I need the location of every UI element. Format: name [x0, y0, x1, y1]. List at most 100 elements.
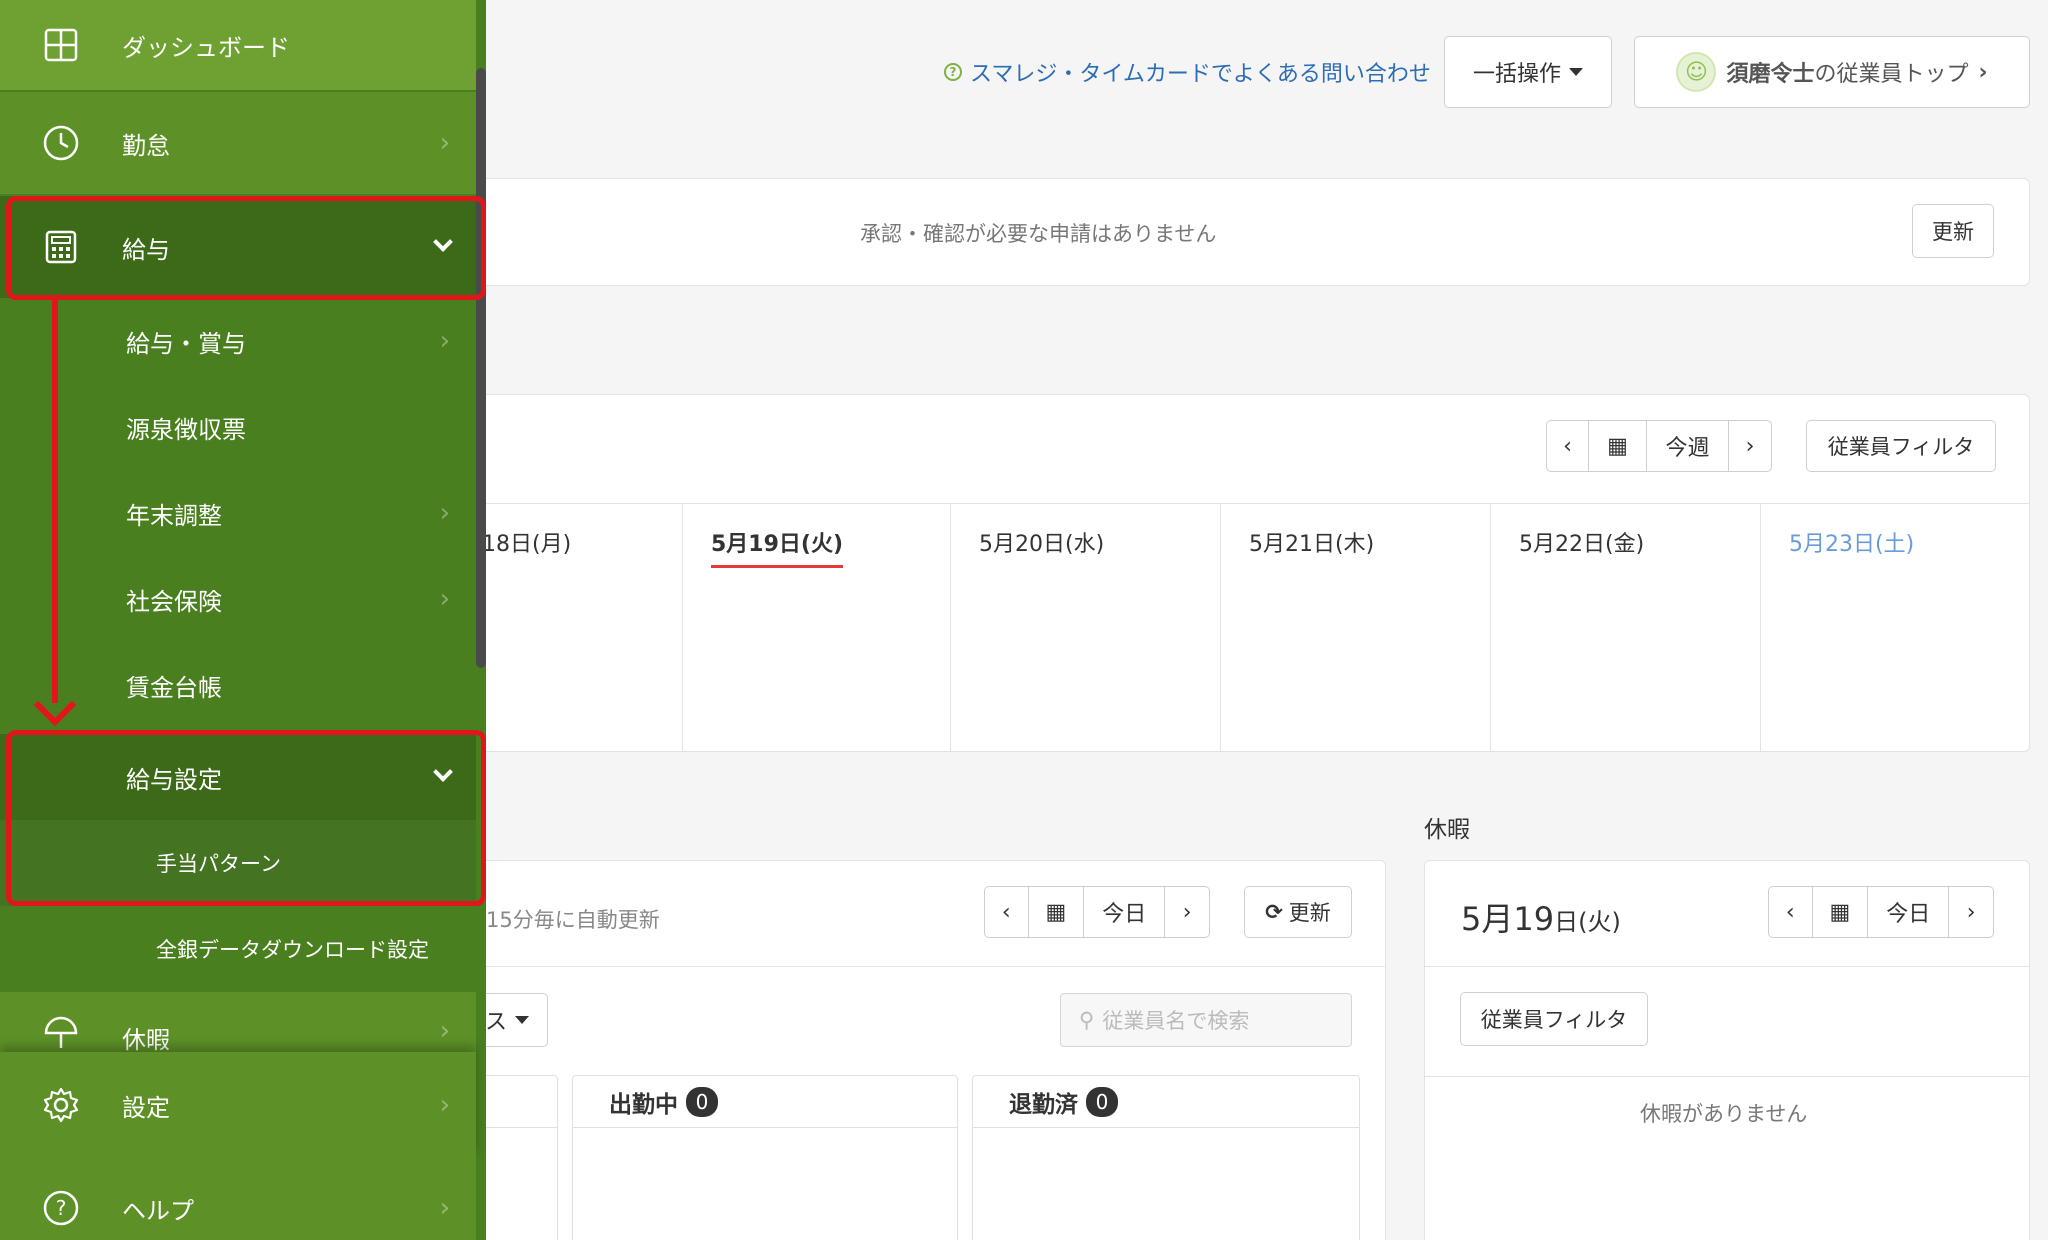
help-icon: ? [42, 1189, 80, 1227]
sidebar-item-kyuyo-shoyo[interactable]: 給与・賞与 › [0, 298, 476, 384]
highlight-box-kyuyo-settei [6, 730, 486, 906]
vacation-date: 5月19日(火) [1461, 894, 1621, 940]
chevron-right-icon: › [439, 498, 450, 528]
next-day-button[interactable]: › [1949, 887, 1993, 937]
today-button[interactable]: 今日 [1868, 887, 1950, 937]
sidebar: ダッシュボード 勤怠 › 給与 給与・賞与 › 源泉徴収票 年末調整 › 社会保… [0, 0, 486, 1240]
sidebar-item-kintai[interactable]: 勤怠 › [0, 92, 476, 194]
status-dropdown-label: ス [484, 1010, 507, 1035]
divider [441, 966, 1385, 967]
sidebar-label: 休暇 [122, 1026, 170, 1054]
chevron-right-icon: › [439, 1193, 450, 1223]
sidebar-label: 勤怠 [122, 131, 170, 160]
sidebar-item-shakai[interactable]: 社会保険 › [0, 556, 476, 642]
attendance-refresh-label: 更新 [1288, 901, 1331, 925]
sidebar-label: 給与・賞与 [126, 329, 246, 358]
sidebar-item-help[interactable]: ? ヘルプ › [0, 1158, 476, 1240]
sidebar-label: 賃金台帳 [126, 673, 222, 702]
faq-link-label: スマレジ・タイムカードでよくある問い合わせ [970, 62, 1431, 87]
week-employee-filter-button[interactable]: 従業員フィルタ [1806, 420, 1996, 472]
sidebar-item-zengin[interactable]: 全銀データダウンロード設定 [0, 906, 476, 992]
this-week-button[interactable]: 今週 [1647, 421, 1729, 471]
prev-day-button[interactable]: ‹ [1769, 887, 1813, 937]
sidebar-item-nenmatsu[interactable]: 年末調整 › [0, 470, 476, 556]
next-day-button[interactable]: › [1165, 887, 1209, 937]
day-label: 5月21日(木) [1249, 532, 1375, 557]
next-week-button[interactable]: › [1729, 421, 1771, 471]
caret-down-icon [515, 1016, 529, 1024]
vacation-employee-filter-button[interactable]: 従業員フィルタ [1460, 992, 1648, 1046]
chevron-right-icon: › [1182, 899, 1192, 925]
status-column-head: 退勤済 0 [973, 1076, 1359, 1128]
auto-refresh-note: 15分毎に自動更新 [486, 908, 660, 932]
bulk-action-label: 一括操作 [1472, 62, 1561, 87]
employee-search-input[interactable]: ⚲ 従業員名で検索 [1060, 993, 1352, 1047]
day-label: 5月20日(水) [979, 532, 1105, 557]
chevron-right-icon: › [439, 326, 450, 356]
sidebar-label: 社会保険 [126, 587, 222, 616]
prev-day-button[interactable]: ‹ [985, 887, 1029, 937]
day-label: 18日(月) [482, 532, 572, 557]
status-column-working: 出勤中 0 [572, 1075, 958, 1240]
chevron-right-icon: › [439, 1090, 450, 1120]
refresh-icon: ⟳ [1265, 900, 1283, 924]
day-label-today: 5月19日(火) [711, 526, 844, 568]
vacation-title: 休暇 [1424, 817, 1470, 843]
status-column-left: 退勤済 0 [972, 1075, 1360, 1240]
sidebar-label: ヘルプ [122, 1196, 194, 1225]
umbrella-icon [42, 1014, 80, 1052]
day-calendar-button[interactable]: ▦ [1029, 887, 1085, 937]
prev-week-button[interactable]: ‹ [1547, 421, 1589, 471]
sidebar-item-kyuka[interactable]: 休暇 › [0, 992, 476, 1056]
faq-link[interactable]: ? スマレジ・タイムカードでよくある問い合わせ [944, 56, 1431, 88]
day-label: 5月22日(金) [1519, 532, 1645, 557]
sidebar-item-settei[interactable]: 設定 › [0, 1052, 476, 1158]
approval-card [440, 178, 2030, 286]
status-label: 退勤済 [1009, 1091, 1078, 1118]
svg-text:?: ? [56, 1196, 67, 1220]
count-badge: 0 [686, 1086, 718, 1117]
week-calendar-button[interactable]: ▦ [1589, 421, 1647, 471]
annotation-arrow-line [52, 298, 58, 703]
calendar-icon: ▦ [1829, 899, 1851, 925]
sidebar-label: 源泉徴収票 [126, 415, 246, 444]
sidebar-label: ダッシュボード [122, 33, 290, 62]
sidebar-item-chingin[interactable]: 賃金台帳 [0, 642, 476, 728]
question-icon: ? [944, 63, 962, 81]
chevron-left-icon: ‹ [1001, 899, 1011, 925]
search-icon: ⚲ [1079, 1008, 1095, 1032]
approval-refresh-button[interactable]: 更新 [1912, 204, 1994, 258]
dashboard-icon [42, 26, 80, 64]
sidebar-item-gensen[interactable]: 源泉徴収票 [0, 384, 476, 470]
caret-down-icon [1569, 68, 1583, 76]
attendance-refresh-button[interactable]: ⟳ 更新 [1244, 886, 1352, 938]
bulk-action-button[interactable]: 一括操作 [1444, 36, 1612, 108]
highlight-box-kyuyo [6, 196, 486, 300]
vacation-date-main: 5月19 [1461, 900, 1555, 938]
sidebar-item-dashboard[interactable]: ダッシュボード [0, 0, 476, 90]
week-nav: ‹ ▦ 今週 › [1546, 420, 1772, 472]
today-button[interactable]: 今日 [1084, 887, 1166, 937]
sidebar-label: 全銀データダウンロード設定 [156, 938, 429, 962]
gear-icon [42, 1086, 80, 1124]
divider [1425, 1076, 2029, 1077]
chevron-right-icon: › [1978, 59, 1988, 85]
day-column-saturday: 5月23日(土) [1760, 504, 2030, 752]
count-badge: 0 [1086, 1086, 1118, 1117]
day-column-today: 5月19日(火) [682, 504, 950, 752]
divider [1425, 966, 2029, 967]
calendar-icon: ▦ [1607, 433, 1628, 459]
day-column: 5月20日(水) [950, 504, 1220, 752]
clock-icon [42, 124, 80, 162]
chevron-right-icon: › [439, 584, 450, 614]
chevron-left-icon: ‹ [1785, 899, 1795, 925]
vacation-day-nav: ‹ ▦ 今日 › [1768, 886, 1994, 938]
vacation-date-suffix: 日(火) [1554, 908, 1621, 936]
day-nav: ‹ ▦ 今日 › [984, 886, 1210, 938]
sidebar-label: 年末調整 [126, 501, 222, 530]
day-calendar-button[interactable]: ▦ [1813, 887, 1869, 937]
status-label: 出勤中 [609, 1091, 678, 1118]
employee-top-button[interactable]: ☺ 須磨令士の従業員トップ › [1634, 36, 2030, 108]
sidebar-scrollbar[interactable] [476, 68, 486, 668]
approval-message: 承認・確認が必要な申請はありません [860, 222, 1217, 246]
